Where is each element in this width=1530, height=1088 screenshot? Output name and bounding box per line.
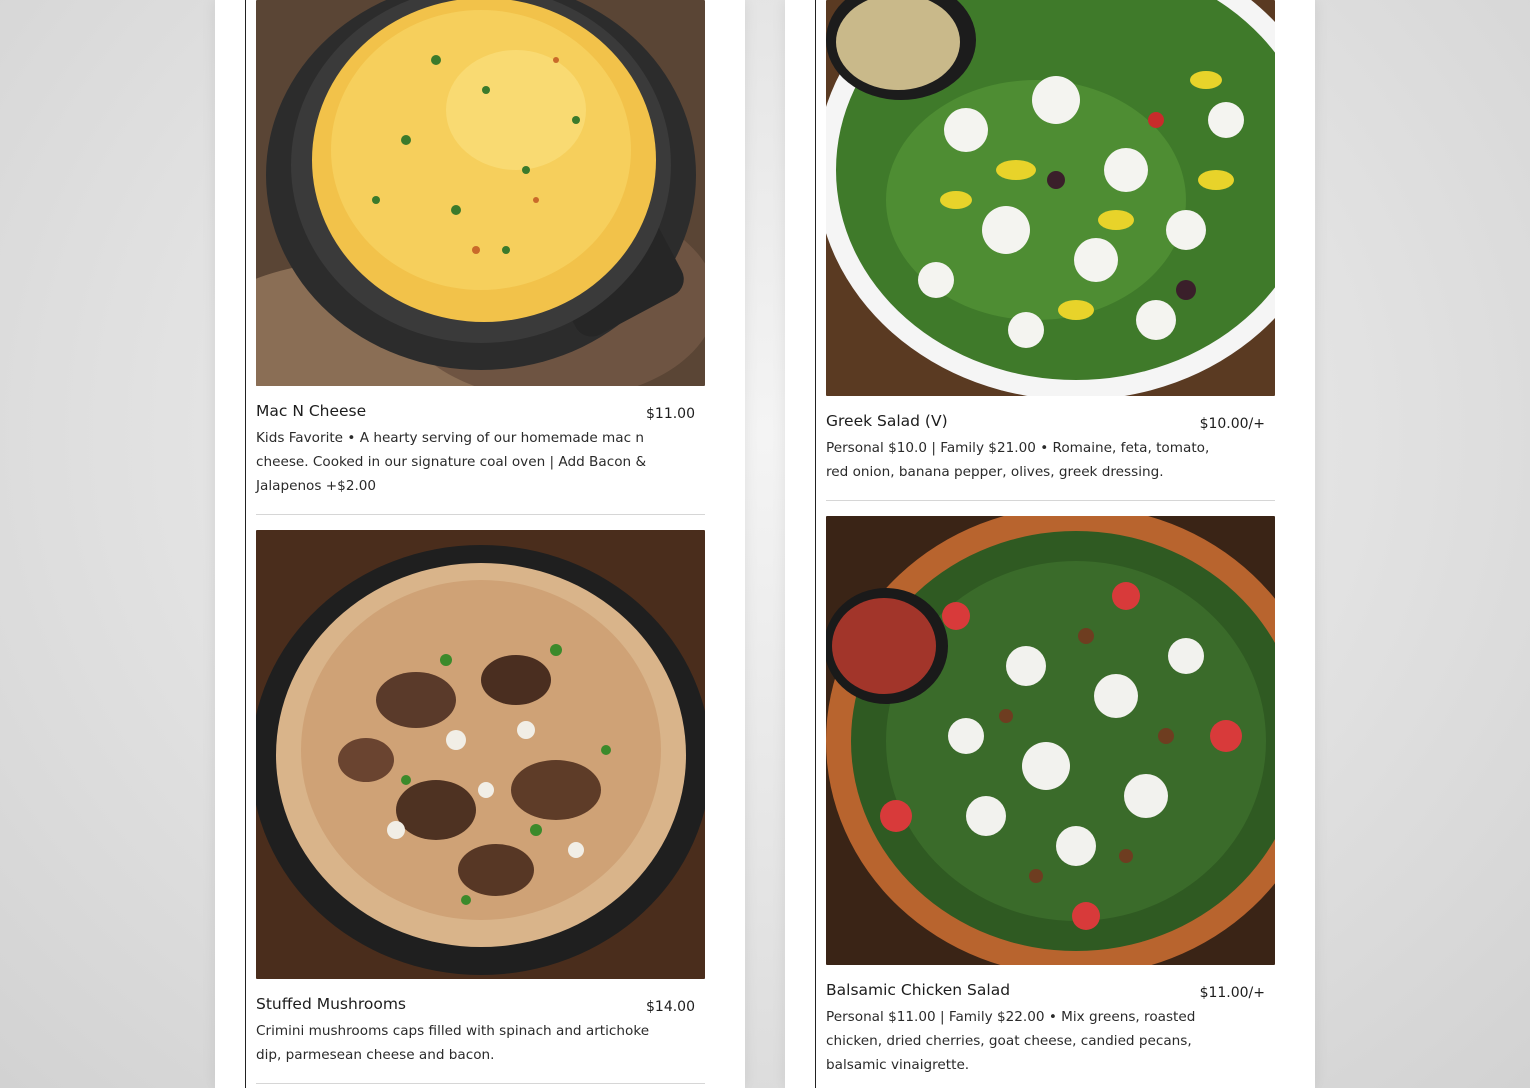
balsamic-chicken-salad-photo[interactable]: [826, 516, 1275, 965]
menu-item-card[interactable]: Stuffed Mushrooms $14.00 Crimini mushroo…: [256, 530, 705, 1088]
item-divider: [256, 514, 705, 515]
menu-item-card[interactable]: Greek Salad (V) $10.00/+ Personal $10.0 …: [826, 0, 1275, 501]
menu-item-title: Greek Salad (V): [826, 412, 948, 430]
menu-item-price: $10.00/+: [1199, 416, 1265, 432]
menu-item-description: Crimini mushrooms caps filled with spina…: [256, 1023, 650, 1063]
item-divider: [256, 1083, 705, 1084]
menu-item-card[interactable]: Balsamic Chicken Salad $11.00/+ Personal…: [826, 516, 1275, 1088]
mac-n-cheese-photo[interactable]: [256, 0, 705, 386]
menu-item-title: Stuffed Mushrooms: [256, 995, 406, 1013]
menu-item-card[interactable]: Mac N Cheese $11.00 Kids Favorite • A he…: [256, 0, 705, 515]
menu-item-title: Mac N Cheese: [256, 402, 367, 420]
menu-item-price: $11.00: [646, 406, 695, 422]
menu-item-description: Kids Favorite • A hearty serving of our …: [256, 430, 647, 494]
menu-item-description: Personal $11.00 | Family $22.00 • Mix gr…: [826, 1009, 1196, 1073]
column-border-right: [815, 0, 816, 1088]
menu-item-price: $14.00: [646, 999, 695, 1015]
menu-item-description: Personal $10.0 | Family $21.00 • Romaine…: [826, 440, 1210, 480]
menu-item-title: Balsamic Chicken Salad: [826, 981, 1011, 999]
stuffed-mushrooms-photo[interactable]: [256, 530, 705, 979]
column-border-left: [245, 0, 246, 1088]
item-divider: [826, 500, 1275, 501]
greek-salad-photo[interactable]: [826, 0, 1275, 396]
menu-item-price: $11.00/+: [1199, 985, 1265, 1001]
